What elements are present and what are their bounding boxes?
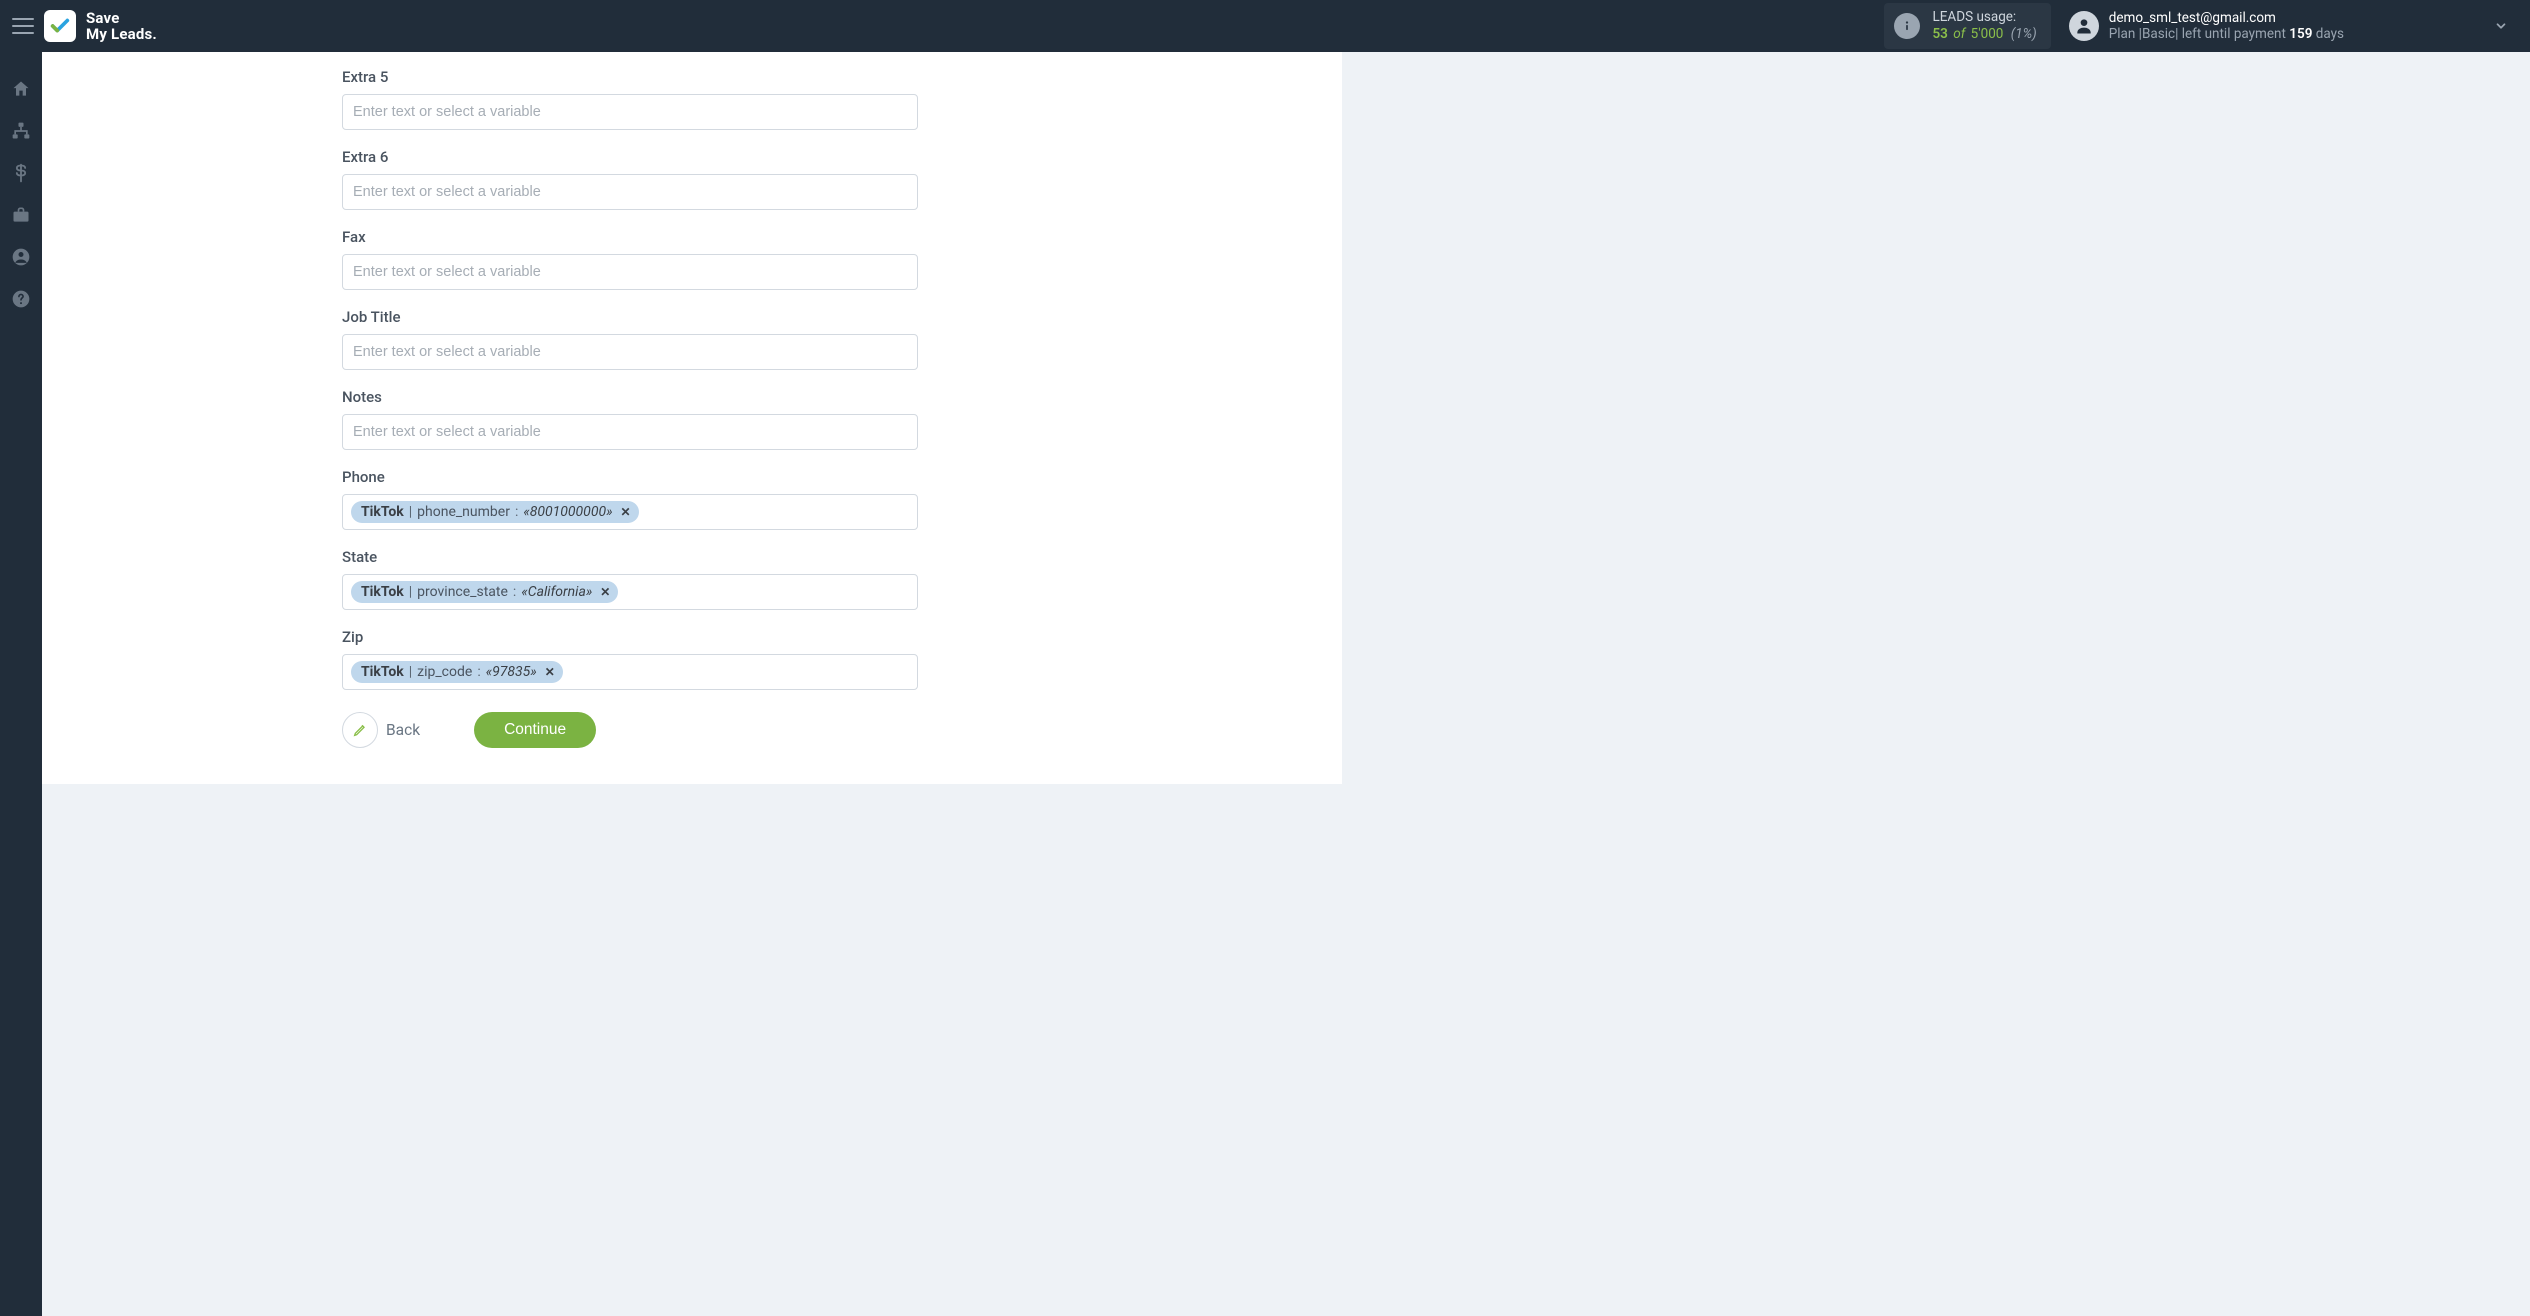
chip-source: TikTok xyxy=(361,584,404,600)
home-icon[interactable] xyxy=(10,78,32,100)
field-input-notes[interactable] xyxy=(342,414,918,450)
plan-days-suffix: days xyxy=(2316,26,2344,42)
topbar: Save My Leads. LEADS usage: 53 of 5'000 … xyxy=(0,0,2530,52)
app-logo[interactable] xyxy=(44,10,76,42)
field-group-zip: Zip TikTok | zip_code: «97835» ✕ xyxy=(342,628,918,690)
usage-of: of xyxy=(1953,26,1965,42)
user-icon xyxy=(2074,16,2094,36)
field-input-extra6[interactable] xyxy=(342,174,918,210)
field-input-phone[interactable]: TikTok | phone_number: «8001000000» ✕ xyxy=(342,494,918,530)
shell: Extra 5 Extra 6 Fax Job Title Notes Phone TikT… xyxy=(0,52,2530,1316)
usage-max: 5'000 xyxy=(1971,26,2004,42)
chip-remove-icon[interactable]: ✕ xyxy=(621,505,631,519)
chip-separator: | xyxy=(409,504,412,520)
field-label-extra6: Extra 6 xyxy=(342,148,918,166)
usage-title: LEADS usage: xyxy=(1932,9,2036,26)
account-menu[interactable]: demo_sml_test@gmail.com Plan |Basic| lef… xyxy=(2069,10,2508,42)
chip-field: phone_number xyxy=(417,504,510,520)
sidebar xyxy=(0,52,42,1316)
back-button[interactable]: Back xyxy=(342,712,420,748)
plan-mid: | left until payment xyxy=(2175,26,2286,42)
field-group-extra5: Extra 5 xyxy=(342,68,918,130)
chip-value: «8001000000» xyxy=(523,504,612,520)
chip-colon: : xyxy=(513,584,516,600)
variable-chip[interactable]: TikTok | province_state: «California» ✕ xyxy=(351,581,618,603)
dollar-icon[interactable] xyxy=(10,162,32,184)
variable-chip[interactable]: TikTok | phone_number: «8001000000» ✕ xyxy=(351,501,639,523)
field-group-state: State TikTok | province_state: «Californi… xyxy=(342,548,918,610)
plan-prefix: Plan | xyxy=(2109,26,2142,42)
field-label-fax: Fax xyxy=(342,228,918,246)
chip-remove-icon[interactable]: ✕ xyxy=(545,665,555,679)
field-input-state[interactable]: TikTok | province_state: «California» ✕ xyxy=(342,574,918,610)
form-card: Extra 5 Extra 6 Fax Job Title Notes Phone TikT… xyxy=(42,52,1342,784)
user-circle-icon[interactable] xyxy=(10,246,32,268)
button-row: Back Continue xyxy=(342,712,918,748)
plan-days: 159 xyxy=(2289,26,2312,42)
chip-value: «California» xyxy=(521,584,592,600)
field-group-extra6: Extra 6 xyxy=(342,148,918,210)
chip-separator: | xyxy=(409,584,412,600)
brand-line1: Save xyxy=(86,10,157,27)
brand-line2: My Leads. xyxy=(86,26,157,43)
chip-colon: : xyxy=(515,504,518,520)
chevron-down-icon xyxy=(2494,19,2508,33)
back-label: Back xyxy=(386,721,420,739)
usage-widget[interactable]: LEADS usage: 53 of 5'000 (1%) xyxy=(1884,3,2050,49)
field-label-state: State xyxy=(342,548,918,566)
text-input-jobtitle[interactable] xyxy=(351,340,909,364)
topbar-left: Save My Leads. xyxy=(0,10,157,43)
chip-source: TikTok xyxy=(361,504,404,520)
usage-current: 53 xyxy=(1932,26,1947,42)
text-input-extra5[interactable] xyxy=(351,100,909,124)
chip-colon: : xyxy=(477,664,480,680)
usage-values: 53 of 5'000 (1%) xyxy=(1932,26,2036,43)
chip-value: «97835» xyxy=(486,664,537,680)
info-icon xyxy=(1894,13,1920,39)
account-plan: Plan |Basic| left until payment 159 days xyxy=(2109,26,2344,42)
checkmark-icon xyxy=(49,15,71,37)
field-label-phone: Phone xyxy=(342,468,918,486)
usage-text: LEADS usage: 53 of 5'000 (1%) xyxy=(1932,9,2036,43)
field-input-fax[interactable] xyxy=(342,254,918,290)
field-label-extra5: Extra 5 xyxy=(342,68,918,86)
form-area: Extra 5 Extra 6 Fax Job Title Notes Phone TikT… xyxy=(342,52,918,748)
field-input-jobtitle[interactable] xyxy=(342,334,918,370)
field-group-jobtitle: Job Title xyxy=(342,308,918,370)
chip-separator: | xyxy=(409,664,412,680)
field-group-phone: Phone TikTok | phone_number: «8001000000»… xyxy=(342,468,918,530)
field-input-zip[interactable]: TikTok | zip_code: «97835» ✕ xyxy=(342,654,918,690)
usage-percent: (1%) xyxy=(2011,26,2037,42)
account-text: demo_sml_test@gmail.com Plan |Basic| lef… xyxy=(2109,10,2344,42)
chip-remove-icon[interactable]: ✕ xyxy=(600,585,610,599)
brand-name: Save My Leads. xyxy=(86,10,157,43)
sitemap-icon[interactable] xyxy=(10,120,32,142)
text-input-extra6[interactable] xyxy=(351,180,909,204)
topbar-right: LEADS usage: 53 of 5'000 (1%) demo_sml_t… xyxy=(1884,3,2530,49)
account-email: demo_sml_test@gmail.com xyxy=(2109,10,2344,26)
chip-field: province_state xyxy=(417,584,508,600)
chip-source: TikTok xyxy=(361,664,404,680)
field-label-zip: Zip xyxy=(342,628,918,646)
field-input-extra5[interactable] xyxy=(342,94,918,130)
variable-chip[interactable]: TikTok | zip_code: «97835» ✕ xyxy=(351,661,563,683)
text-input-fax[interactable] xyxy=(351,260,909,284)
continue-button[interactable]: Continue xyxy=(474,712,596,748)
field-label-notes: Notes xyxy=(342,388,918,406)
avatar xyxy=(2069,11,2099,41)
plan-name: Basic xyxy=(2142,26,2175,42)
menu-toggle[interactable] xyxy=(12,18,34,34)
field-group-fax: Fax xyxy=(342,228,918,290)
field-group-notes: Notes xyxy=(342,388,918,450)
field-label-jobtitle: Job Title xyxy=(342,308,918,326)
pencil-icon xyxy=(342,712,378,748)
chip-field: zip_code xyxy=(417,664,472,680)
main-content: Extra 5 Extra 6 Fax Job Title Notes Phone TikT… xyxy=(42,52,2530,1316)
briefcase-icon[interactable] xyxy=(10,204,32,226)
help-icon[interactable] xyxy=(10,288,32,310)
text-input-notes[interactable] xyxy=(351,420,909,444)
